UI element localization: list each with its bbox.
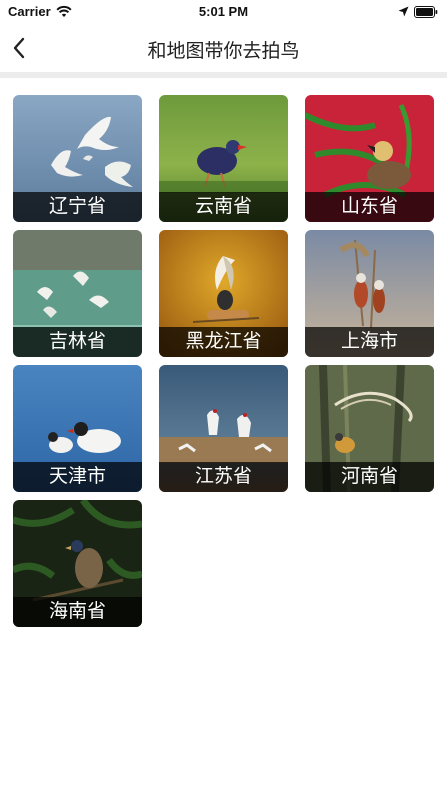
province-label: 黑龙江省 [159,327,288,357]
page-title: 和地图带你去拍鸟 [147,41,300,62]
province-tile-yunnan[interactable]: 云南省 [159,95,288,222]
province-label: 山东省 [305,192,434,222]
status-bar: Carrier 5:01 PM [0,0,447,24]
province-label: 辽宁省 [13,192,142,222]
province-tile-tianjin[interactable]: 天津市 [13,365,142,492]
province-label: 天津市 [13,462,142,492]
province-grid: 辽宁省 云南省 山东省 吉林省 黑龙江省 上海市 天津市 江苏省 河南省 海南省 [13,95,435,635]
header-divider [0,72,447,78]
province-label: 海南省 [13,597,142,627]
chevron-left-icon [13,37,25,59]
province-label: 江苏省 [159,462,288,492]
clock-label: 5:01 PM [198,4,249,19]
province-tile-shanghai[interactable]: 上海市 [305,230,434,357]
province-label: 云南省 [159,192,288,222]
province-tile-hainan[interactable]: 海南省 [13,500,142,627]
province-label: 吉林省 [13,327,142,357]
province-label: 上海市 [305,327,434,357]
battery-icon [414,6,438,18]
province-tile-shandong[interactable]: 山东省 [305,95,434,222]
location-arrow-icon [398,6,409,17]
back-button[interactable] [4,32,36,64]
province-tile-jiangsu[interactable]: 江苏省 [159,365,288,492]
province-tile-henan[interactable]: 河南省 [305,365,434,492]
navigation-bar: 和地图带你去拍鸟 [0,24,447,72]
province-tile-jilin[interactable]: 吉林省 [13,230,142,357]
province-tile-liaoning[interactable]: 辽宁省 [13,95,142,222]
province-label: 河南省 [305,462,434,492]
province-tile-heilongjiang[interactable]: 黑龙江省 [159,230,288,357]
